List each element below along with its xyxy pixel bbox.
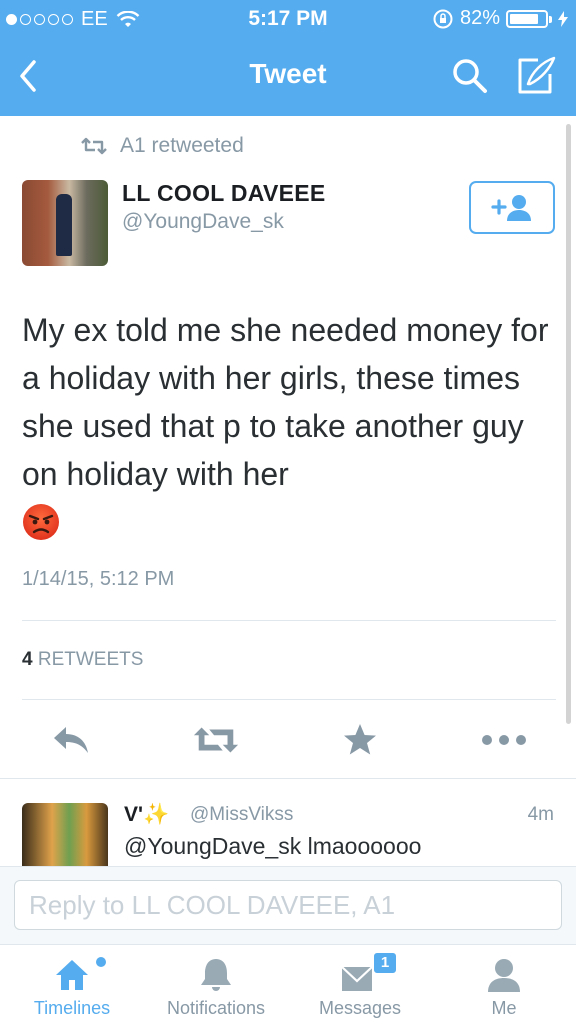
more-icon (482, 735, 526, 745)
add-user-icon (491, 194, 531, 221)
reply-button[interactable] (48, 718, 96, 762)
divider (22, 699, 556, 700)
retweet-icon (193, 727, 239, 753)
compose-button[interactable] (514, 54, 558, 96)
reply-author-avatar[interactable] (22, 803, 108, 867)
angry-face-emoji (23, 504, 59, 540)
divider (22, 620, 556, 621)
retweet-count-label: RETWEETS (37, 649, 144, 670)
home-icon (56, 960, 88, 990)
person-icon (488, 959, 520, 992)
tweet-text: My ex told me she needed money for a hol… (22, 312, 549, 492)
tab-notifications[interactable]: Notifications (144, 945, 288, 1024)
retweet-button[interactable] (192, 718, 240, 762)
reply-icon (54, 727, 88, 753)
author-name[interactable]: LL COOL DAVEEE (122, 180, 326, 207)
bell-icon (201, 959, 231, 991)
tab-label: Notifications (166, 998, 266, 1018)
follow-button[interactable] (469, 181, 555, 234)
search-button[interactable] (450, 56, 490, 96)
tab-bar: Timelines Notifications 1 Messages Me (0, 944, 576, 1024)
retweet-count[interactable]: 4 RETWEETS (22, 649, 143, 671)
tab-timelines[interactable]: Timelines (0, 945, 144, 1024)
messages-badge: 1 (372, 951, 398, 975)
new-content-indicator (96, 957, 106, 967)
tab-label: Me (491, 998, 517, 1018)
retweet-count-number: 4 (22, 649, 33, 670)
retweeted-by-text: A1 retweeted (120, 134, 244, 157)
tweet-actions (0, 718, 576, 762)
reply-text: @YoungDave_sk lmaoooooo (124, 833, 422, 859)
reply-input[interactable] (14, 880, 562, 930)
charging-icon (558, 10, 568, 27)
battery-icon (506, 9, 552, 28)
top-bar: EE 5:17 PM 82% Tweet (0, 0, 576, 116)
compose-icon (518, 56, 556, 94)
tweet-timestamp: 1/14/15, 5:12 PM (22, 568, 175, 590)
search-icon (453, 59, 487, 93)
scrollbar[interactable] (566, 124, 571, 724)
battery-percent: 82% (459, 7, 500, 29)
author-handle[interactable]: @YoungDave_sk (122, 210, 284, 234)
reply-time: 4m (527, 804, 554, 825)
tab-label: Timelines (33, 998, 111, 1018)
tab-messages[interactable]: 1 Messages (288, 945, 432, 1024)
status-bar: EE 5:17 PM 82% (0, 0, 576, 38)
star-icon (344, 724, 376, 755)
retweet-icon (81, 137, 107, 155)
author-avatar[interactable] (22, 180, 108, 266)
orientation-lock-icon (433, 9, 453, 28)
reply-item[interactable]: V'✨ @MissVikss 4m @YoungDave_sk lmaooooo… (0, 778, 576, 867)
reply-author-name[interactable]: V'✨ (124, 803, 169, 827)
reply-composer (0, 866, 576, 944)
favorite-button[interactable] (336, 718, 384, 762)
tab-me[interactable]: Me (432, 945, 576, 1024)
reply-author-handle[interactable]: @MissVikss (190, 804, 293, 826)
more-options-button[interactable] (480, 718, 528, 762)
tab-label: Messages (318, 998, 402, 1018)
retweeted-by-label: A1 retweeted (80, 134, 244, 158)
